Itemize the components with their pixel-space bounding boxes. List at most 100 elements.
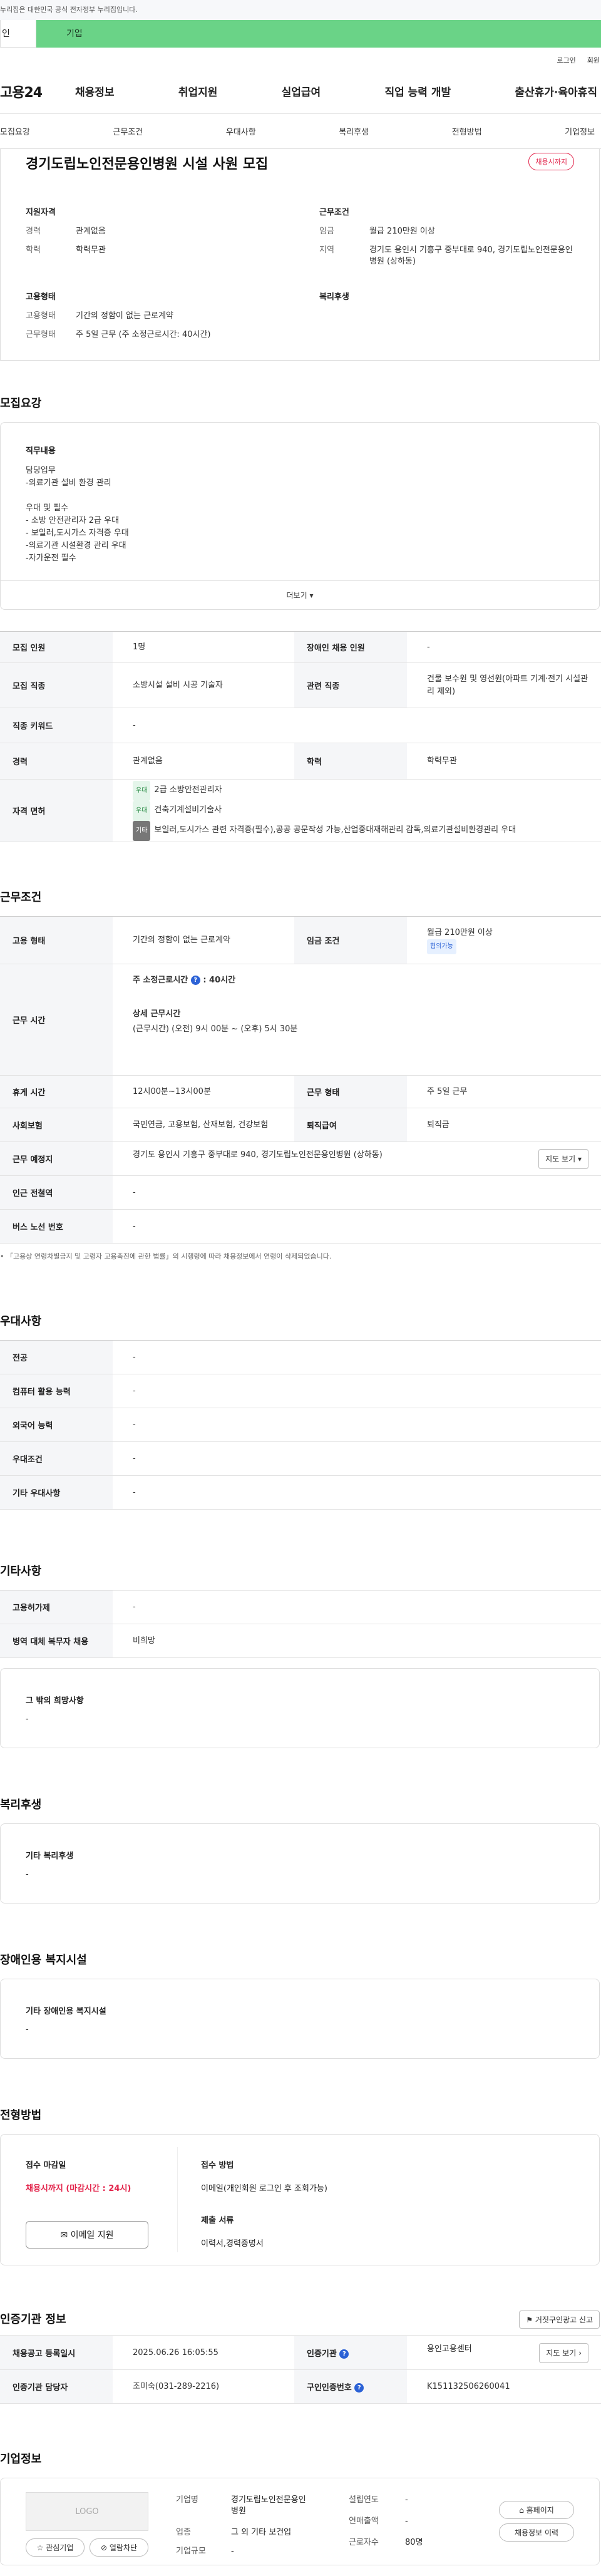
agency-manager-label: 인증기관 담당자	[0, 2369, 113, 2404]
job-summary: 경기도립노인전문용인병원 시설 사원 모집 채용시까지 지원자격 경력 관계없음 …	[0, 149, 600, 361]
headcount-value: 1명	[113, 631, 294, 663]
star-icon: ☆	[36, 2543, 44, 2552]
company-size-label: 기업규모	[176, 2547, 206, 2556]
help-icon[interactable]: ?	[354, 2383, 364, 2393]
tab-work-conditions[interactable]: 근무조건	[113, 125, 143, 137]
workplace-label: 근무 예정지	[0, 1141, 113, 1176]
email-apply-button[interactable]: ✉ 이메일 지원	[26, 2221, 148, 2249]
pref-value: -	[113, 1408, 601, 1442]
label: 고용형태	[26, 311, 56, 321]
tab-preferences[interactable]: 우대사항	[226, 125, 256, 137]
military-value: 비희망	[113, 1624, 601, 1658]
job-history-button[interactable]: 채용정보 이력	[499, 2523, 574, 2542]
welfare-label: 기타 복리후생	[26, 1852, 74, 1861]
site-logo[interactable]: 고용24	[0, 81, 75, 101]
label: 근무형태	[26, 330, 56, 339]
founded-label: 설립연도	[349, 2495, 379, 2505]
duty-label: 직무내용	[26, 446, 56, 456]
nav-unemployment[interactable]: 실업급여	[282, 83, 321, 99]
pref-label: 우대조건	[0, 1441, 113, 1476]
founded-value: -	[405, 2495, 408, 2505]
welfare-heading: 복리후생	[319, 292, 349, 302]
block-view-button[interactable]: ⊘ 열람차단	[90, 2538, 148, 2557]
license-tag: 우대	[133, 800, 151, 821]
signup-link[interactable]: 회원	[587, 55, 600, 65]
agency-map-button[interactable]: 지도 보기 ›	[539, 2342, 588, 2363]
job-label: 모집 직종	[0, 662, 113, 708]
homepage-label: 홈페이지	[526, 2506, 554, 2515]
related-job-label: 관련 직종	[294, 662, 407, 708]
help-icon[interactable]: ?	[190, 976, 200, 985]
duty-line: 담당업무	[26, 466, 56, 475]
pref-value: -	[113, 1475, 601, 1510]
condition-heading: 근무조건	[319, 208, 349, 217]
pref-value: -	[113, 1340, 601, 1374]
work-permit-value: -	[113, 1590, 601, 1624]
map-button[interactable]: 지도 보기 ▾	[538, 1148, 588, 1169]
emp-type-value: 기간의 정함이 없는 근로계약	[113, 916, 294, 964]
nav-employment-support[interactable]: 취업지원	[178, 83, 218, 99]
nav-jobs[interactable]: 채용정보	[75, 83, 115, 99]
duty-line: -자가운전 필수	[26, 554, 76, 563]
nav-parental-leave[interactable]: 출산휴가·육아휴직	[515, 83, 597, 99]
break-label: 휴게 시간	[0, 1075, 113, 1108]
tab-selection[interactable]: 전형방법	[452, 125, 482, 137]
tab-company[interactable]: 기업정보	[565, 125, 595, 137]
email-apply-label: 이메일 지원	[70, 2230, 114, 2240]
industry-label: 업종	[176, 2528, 191, 2537]
insurance-label: 사회보험	[0, 1108, 113, 1142]
cert-no-label: 구인인증번호 ?	[294, 2369, 407, 2404]
duty-line	[26, 490, 574, 502]
pref-value: -	[113, 1441, 601, 1476]
value: 기간의 정함이 없는 근로계약	[76, 311, 173, 321]
recruit-heading: 모집요강	[0, 397, 42, 410]
wage-label: 임금 조건	[294, 916, 407, 964]
age-notice: • 「고용상 연령차별금지 및 고령자 고용촉진에 관한 법률」의 시행령에 따…	[0, 1252, 332, 1260]
station-value: -	[113, 1175, 601, 1210]
login-link[interactable]: 로그인	[557, 55, 575, 65]
other-wishes-value: -	[26, 1714, 29, 1724]
method-value: 이메일(개인회원 로그인 후 조회가능)	[201, 2184, 327, 2193]
license-name: 2급 소방안전관리자	[154, 785, 222, 795]
agency-org-label: 인증기관 ?	[294, 2336, 407, 2370]
report-fake-ad-button[interactable]: ⚑ 거짓구인광고 신고	[519, 2311, 600, 2329]
facility-heading: 장애인용 복지시설	[0, 1954, 87, 1967]
docs-label: 제출 서류	[201, 2216, 234, 2225]
favorite-company-button[interactable]: ☆ 관심기업	[26, 2538, 85, 2557]
report-fake-ad-label: 거짓구인광고 신고	[535, 2316, 593, 2324]
pref-value: -	[113, 1374, 601, 1408]
tab-recruit[interactable]: 모집요강	[0, 125, 30, 137]
disabled-value: -	[407, 631, 601, 663]
hours-detail-label: 상세 근무시간	[133, 1009, 181, 1019]
other-wishes-card: 그 밖의 희망사항 -	[0, 1668, 600, 1748]
agency-map-label: 지도 보기	[546, 2348, 577, 2357]
company-heading: 기업정보	[0, 2453, 42, 2466]
workplace-value: 경기도 용인시 기흥구 중부대로 940, 경기도립노인전문용인병원 (상하동)	[133, 1150, 383, 1160]
homepage-button[interactable]: ⌂ 홈페이지	[499, 2501, 574, 2519]
severance-value: 퇴직금	[407, 1108, 601, 1142]
facility-label: 기타 장애인용 복지시설	[26, 2007, 106, 2016]
wage-cell: 월급 210만원 이상 협의가능	[407, 916, 601, 964]
util-links: 로그인 회원	[0, 51, 601, 69]
nav-training[interactable]: 직업 능력 개발	[384, 83, 451, 99]
value: 관계없음	[76, 227, 106, 236]
value: 경기도 용인시 기흥구 중부대로 940, 경기도립노인전문용인병원 (상하동)	[369, 245, 573, 266]
education-value: 학력무관	[407, 743, 601, 780]
facility-card: 기타 장애인용 복지시설 -	[0, 1979, 600, 2059]
work-form-value: 주 5일 근무	[407, 1075, 601, 1108]
license-tag: 기타	[133, 820, 151, 841]
more-button[interactable]: 더보기 ▾	[1, 580, 599, 609]
selection-card: 접수 마감일 채용시까지 (마감시간 : 24시) ✉ 이메일 지원 접수 방법…	[0, 2134, 600, 2265]
help-icon[interactable]: ?	[339, 2349, 349, 2359]
tab-company[interactable]: 기업	[36, 20, 601, 48]
license-label: 자격 면허	[0, 779, 113, 842]
tab-personal[interactable]: 인	[0, 20, 36, 48]
page-title: 경기도립노인전문용인병원 시설 사원 모집	[26, 157, 269, 172]
pref-label: 기타 우대사항	[0, 1475, 113, 1510]
headcount-label: 모집 인원	[0, 631, 113, 663]
company-size-value: -	[231, 2547, 234, 2556]
facility-value: -	[26, 2025, 29, 2034]
job-value: 소방시설 설비 시공 기술자	[113, 662, 294, 708]
tab-welfare[interactable]: 복리후생	[339, 125, 369, 137]
favorite-label: 관심기업	[46, 2543, 74, 2552]
